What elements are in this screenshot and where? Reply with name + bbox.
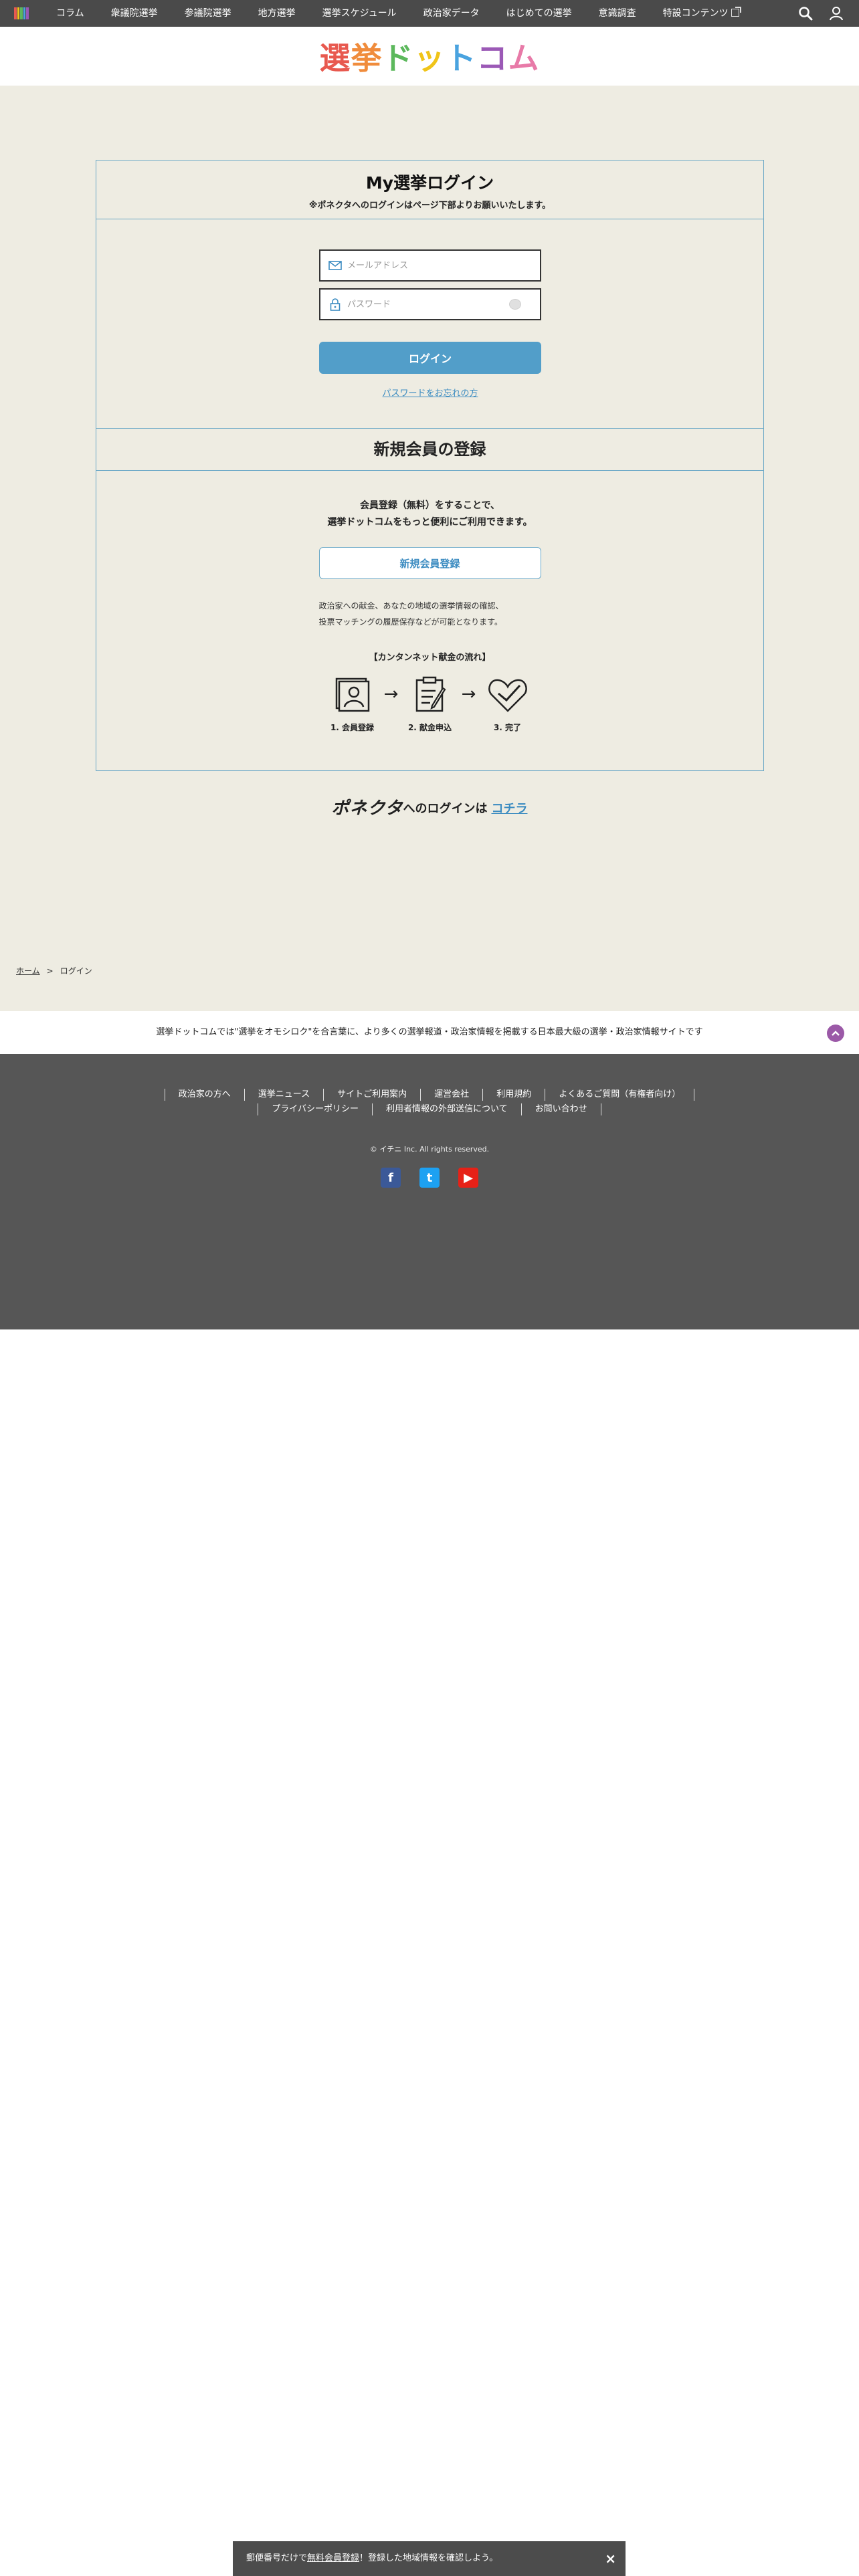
ponekuta-login: ポネクタへのログインは コチラ bbox=[0, 794, 859, 819]
login-button[interactable]: ログイン bbox=[319, 342, 541, 374]
user-icon[interactable] bbox=[827, 4, 846, 23]
show-password-icon[interactable] bbox=[509, 299, 521, 310]
signup-toast: 郵便番号だけで無料会員登録！登録した地域情報を確認しよう。 × bbox=[233, 2541, 626, 2576]
footer-link[interactable]: プライバシーポリシー bbox=[258, 1103, 372, 1115]
facebook-icon[interactable]: f bbox=[381, 1168, 401, 1188]
logo-char: ト bbox=[445, 40, 477, 76]
close-icon[interactable]: × bbox=[605, 2541, 616, 2576]
flow-step-label: 2. 献金申込 bbox=[407, 723, 452, 732]
login-form: ログイン パスワードをお忘れの方 bbox=[319, 249, 541, 399]
ponekuta-text: へのログインは bbox=[403, 802, 488, 816]
logo-char: ド bbox=[382, 40, 414, 76]
books-icon bbox=[14, 7, 29, 19]
clipboard-icon bbox=[415, 676, 446, 712]
toast-text-before: 郵便番号だけで bbox=[246, 2553, 308, 2563]
footer-link[interactable]: 運営会社 bbox=[420, 1089, 482, 1101]
site-logo[interactable]: 選挙ドットコム bbox=[320, 34, 540, 78]
breadcrumb: ホーム > ログイン bbox=[16, 965, 92, 976]
footer-link[interactable]: よくあるご質問（有権者向け） bbox=[545, 1089, 695, 1101]
youtube-icon[interactable]: ▶ bbox=[458, 1168, 478, 1188]
chevron-up-icon bbox=[832, 1031, 840, 1036]
nav-item[interactable]: はじめての選挙 bbox=[493, 0, 585, 27]
login-box: My選挙ログイン ※ポネクタへのログインはページ下部よりお願いいたします。 ログ… bbox=[96, 160, 764, 771]
nav-tools bbox=[796, 0, 846, 27]
home-link[interactable] bbox=[0, 0, 43, 27]
footer-link[interactable]: 利用者情報の外部送信について bbox=[372, 1103, 521, 1115]
heart-check-icon bbox=[488, 679, 527, 712]
footer-link[interactable]: サイトご利用案内 bbox=[323, 1089, 420, 1101]
nav-item[interactable]: 選挙スケジュール bbox=[309, 0, 410, 27]
register-note-line2: 投票マッチングの履歴保存などが可能となります。 bbox=[318, 617, 502, 627]
flow-arrow: → bbox=[383, 684, 399, 704]
flow-step-3: 3. 完了 bbox=[481, 676, 535, 733]
nav-item[interactable]: 政治家データ bbox=[410, 0, 493, 27]
footer-link[interactable]: 政治家の方へ bbox=[164, 1089, 244, 1101]
donation-flow: 1. 会員登録 → 2. 献金申込 → 3. 完了 bbox=[96, 676, 763, 733]
breadcrumb-separator: > bbox=[46, 966, 54, 976]
mail-icon bbox=[328, 259, 342, 272]
twitter-icon[interactable]: t bbox=[419, 1168, 440, 1188]
footer: 政治家の方へ 選挙ニュース サイトご利用案内 運営会社 利用規約 よくあるご質問（有権者向… bbox=[0, 1054, 859, 1329]
breadcrumb-home[interactable]: ホーム bbox=[16, 966, 40, 976]
register-lead-line2: 選挙ドットコムをもっと便利にご利用できます。 bbox=[327, 517, 533, 528]
footer-link[interactable]: 選挙ニュース bbox=[244, 1089, 323, 1101]
nav-item[interactable]: 衆議院選挙 bbox=[98, 0, 171, 27]
flow-title: 【カンタンネット献金の流れ】 bbox=[369, 653, 491, 663]
flow-step-label: 3. 完了 bbox=[493, 723, 522, 732]
nav-item[interactable]: 参議院選挙 bbox=[171, 0, 245, 27]
login-subtitle: ※ポネクタへのログインはページ下部よりお願いいたします。 bbox=[308, 201, 551, 211]
footer-link[interactable]: お問い合わせ bbox=[520, 1103, 601, 1115]
social-links: f t ▶ bbox=[0, 1168, 859, 1188]
nav-item[interactable]: 意識調査 bbox=[585, 0, 650, 27]
register-title: 新規会員の登録 bbox=[96, 428, 763, 471]
email-input[interactable] bbox=[347, 260, 508, 271]
top-nav: コラム 衆議院選挙 参議院選挙 地方選挙 選挙スケジュール 政治家データ はじめての選挙 意識… bbox=[0, 0, 859, 27]
footer-links-row1: 政治家の方へ 選挙ニュース サイトご利用案内 運営会社 利用規約 よくあるご質問（有権者向… bbox=[0, 1089, 859, 1101]
nav-item[interactable]: 地方選挙 bbox=[245, 0, 309, 27]
toast-signup-link[interactable]: 無料会員登録 bbox=[307, 2553, 359, 2563]
flow-arrow: → bbox=[461, 684, 476, 704]
breadcrumb-current: ログイン bbox=[60, 966, 92, 976]
flow-step-1: 1. 会員登録 bbox=[326, 676, 379, 733]
flow-step-2: 2. 献金申込 bbox=[403, 676, 457, 733]
site-tagline: 選挙ドットコムでは"選挙をオモシロク"を合言葉に、より多くの選挙報道・政治家情報… bbox=[0, 1011, 859, 1054]
password-input[interactable] bbox=[347, 299, 508, 310]
tagline-text: 選挙ドットコムでは"選挙をオモシロク"を合言葉に、より多くの選挙報道・政治家情報… bbox=[156, 1027, 703, 1037]
logo-char: コ bbox=[476, 40, 508, 76]
lock-icon bbox=[328, 298, 342, 311]
nav-item[interactable]: コラム bbox=[43, 0, 98, 27]
logo-char: ッ bbox=[413, 40, 446, 76]
nav-item[interactable]: 特設コンテンツ bbox=[650, 0, 753, 27]
search-icon[interactable] bbox=[796, 4, 815, 23]
footer-links-row2: プライバシーポリシー 利用者情報の外部送信について お問い合わせ bbox=[0, 1103, 859, 1115]
profile-card-icon bbox=[335, 677, 369, 712]
register-section: 会員登録（無料）をすることで、 選挙ドットコムをもっと便利にご利用できます。 新… bbox=[96, 471, 763, 733]
flow-step-label: 1. 会員登録 bbox=[330, 723, 375, 732]
register-note-line1: 政治家への献金、あなたの地域の選挙情報の確認、 bbox=[318, 601, 504, 611]
logo-char: ム bbox=[508, 40, 540, 76]
login-title: My選挙ログイン bbox=[365, 173, 494, 193]
footer-link[interactable]: 利用規約 bbox=[482, 1089, 545, 1101]
logo-char: 挙 bbox=[351, 40, 383, 76]
main-content: My選挙ログイン ※ポネクタへのログインはページ下部よりお願いいたします。 ログ… bbox=[0, 86, 859, 1011]
login-header: My選挙ログイン ※ポネクタへのログインはページ下部よりお願いいたします。 bbox=[96, 160, 763, 219]
copyright: © イチニ Inc. All rights reserved. bbox=[369, 1145, 490, 1154]
ponekuta-logo: ポネクタ bbox=[331, 798, 403, 819]
nav-links: コラム 衆議院選挙 参議院選挙 地方選挙 選挙スケジュール 政治家データ はじめての選挙 意識… bbox=[43, 0, 753, 27]
register-lead: 会員登録（無料）をすることで、 選挙ドットコムをもっと便利にご利用できます。 bbox=[96, 498, 763, 531]
toast-text-after: ！登録した地域情報を確認しよう。 bbox=[359, 2553, 498, 2563]
logo-char: 選 bbox=[319, 40, 351, 76]
register-lead-line1: 会員登録（無料）をすることで、 bbox=[359, 500, 500, 511]
back-to-top-button[interactable] bbox=[827, 1025, 844, 1042]
password-field[interactable] bbox=[319, 288, 541, 320]
register-button[interactable]: 新規会員登録 bbox=[318, 547, 541, 579]
forgot-password-link[interactable]: パスワードをお忘れの方 bbox=[319, 386, 541, 399]
email-field[interactable] bbox=[319, 249, 541, 282]
logo-bar: 選挙ドットコム bbox=[0, 27, 859, 86]
register-note: 政治家への献金、あなたの地域の選挙情報の確認、 投票マッチングの履歴保存などが可… bbox=[319, 598, 541, 630]
ponekuta-link[interactable]: コチラ bbox=[491, 802, 527, 816]
external-link-icon bbox=[731, 7, 741, 17]
